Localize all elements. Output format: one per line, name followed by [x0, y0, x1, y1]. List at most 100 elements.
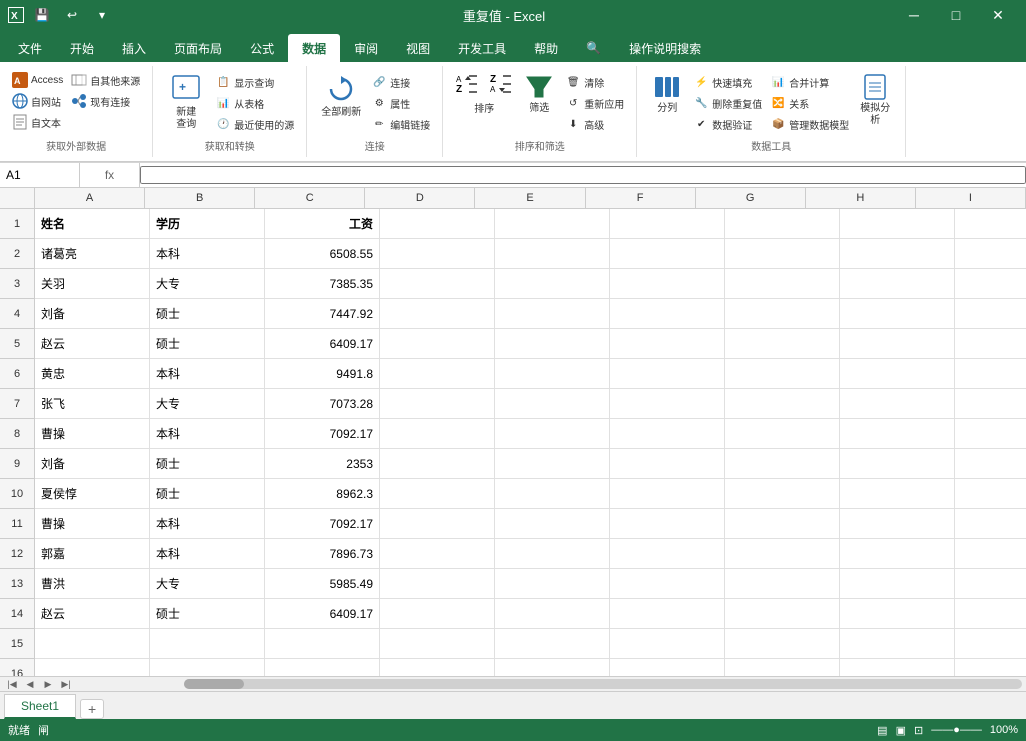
cell-b12[interactable]: 本科	[150, 539, 265, 568]
cell-h6[interactable]	[840, 359, 955, 388]
cell-i1[interactable]	[955, 209, 1026, 238]
status-view-break[interactable]: ⊡	[914, 724, 923, 737]
cell-f6[interactable]	[610, 359, 725, 388]
cell-i14[interactable]	[955, 599, 1026, 628]
cell-a5[interactable]: 赵云	[35, 329, 150, 358]
cell-h2[interactable]	[840, 239, 955, 268]
sheet-tab-sheet1[interactable]: Sheet1	[4, 694, 76, 719]
cell-a15[interactable]	[35, 629, 150, 658]
sort-az-button[interactable]: AZ	[451, 70, 483, 98]
minimize-button[interactable]: ─	[894, 0, 934, 30]
cell-a10[interactable]: 夏侯惇	[35, 479, 150, 508]
cell-d10[interactable]	[380, 479, 495, 508]
table-row[interactable]: 曹操本科7092.17	[35, 509, 1026, 539]
col-header-f[interactable]: F	[586, 188, 696, 208]
cell-e8[interactable]	[495, 419, 610, 448]
table-row[interactable]: 刘备硕士7447.92	[35, 299, 1026, 329]
cell-d9[interactable]	[380, 449, 495, 478]
cell-i12[interactable]	[955, 539, 1026, 568]
relationships-button[interactable]: 🔀 关系	[766, 93, 853, 113]
tab-ops-search[interactable]: 操作说明搜索	[615, 34, 715, 62]
cell-i7[interactable]	[955, 389, 1026, 418]
cell-d4[interactable]	[380, 299, 495, 328]
table-row[interactable]: 张飞大专7073.28	[35, 389, 1026, 419]
cell-a8[interactable]: 曹操	[35, 419, 150, 448]
recent-sources-button[interactable]: 🕐 最近使用的源	[211, 114, 298, 134]
cell-f5[interactable]	[610, 329, 725, 358]
cell-b2[interactable]: 本科	[150, 239, 265, 268]
cell-c6[interactable]: 9491.8	[265, 359, 380, 388]
cell-a11[interactable]: 曹操	[35, 509, 150, 538]
table-row[interactable]: 姓名学历工资	[35, 209, 1026, 239]
cell-f1[interactable]	[610, 209, 725, 238]
new-query-button[interactable]: + 新建查询	[161, 70, 211, 134]
cell-h5[interactable]	[840, 329, 955, 358]
advanced-button[interactable]: ⬇ 高级	[561, 114, 628, 134]
col-header-c[interactable]: C	[255, 188, 365, 208]
tab-home[interactable]: 开始	[56, 34, 108, 62]
maximize-button[interactable]: □	[936, 0, 976, 30]
cell-b1[interactable]: 学历	[150, 209, 265, 238]
cell-h4[interactable]	[840, 299, 955, 328]
cell-c5[interactable]: 6409.17	[265, 329, 380, 358]
cell-g4[interactable]	[725, 299, 840, 328]
other-sources-button[interactable]: 自其他来源	[67, 70, 144, 90]
cell-d2[interactable]	[380, 239, 495, 268]
tab-layout[interactable]: 页面布局	[160, 34, 236, 62]
tab-insert[interactable]: 插入	[108, 34, 160, 62]
cell-c2[interactable]: 6508.55	[265, 239, 380, 268]
cell-i13[interactable]	[955, 569, 1026, 598]
cell-i4[interactable]	[955, 299, 1026, 328]
table-row[interactable]: 曹操本科7092.17	[35, 419, 1026, 449]
cell-h8[interactable]	[840, 419, 955, 448]
cell-e10[interactable]	[495, 479, 610, 508]
cell-f12[interactable]	[610, 539, 725, 568]
cell-a4[interactable]: 刘备	[35, 299, 150, 328]
cell-f9[interactable]	[610, 449, 725, 478]
cell-f4[interactable]	[610, 299, 725, 328]
cell-c9[interactable]: 2353	[265, 449, 380, 478]
cell-c1[interactable]: 工资	[265, 209, 380, 238]
cell-h15[interactable]	[840, 629, 955, 658]
cell-e3[interactable]	[495, 269, 610, 298]
col-header-i[interactable]: I	[916, 188, 1026, 208]
col-header-g[interactable]: G	[696, 188, 806, 208]
table-row[interactable]: 刘备硕士2353	[35, 449, 1026, 479]
cell-a3[interactable]: 关羽	[35, 269, 150, 298]
properties-button[interactable]: ⚙ 属性	[367, 93, 434, 113]
cell-a13[interactable]: 曹洪	[35, 569, 150, 598]
remove-duplicates-button[interactable]: 🔧 删除重复值	[689, 93, 766, 113]
tab-search-icon[interactable]: 🔍	[572, 34, 615, 62]
cell-c14[interactable]: 6409.17	[265, 599, 380, 628]
table-row[interactable]: 郭嘉本科7896.73	[35, 539, 1026, 569]
cell-c12[interactable]: 7896.73	[265, 539, 380, 568]
col-header-h[interactable]: H	[806, 188, 916, 208]
cell-b4[interactable]: 硕士	[150, 299, 265, 328]
cell-e16[interactable]	[495, 659, 610, 676]
cell-e12[interactable]	[495, 539, 610, 568]
cell-d14[interactable]	[380, 599, 495, 628]
cell-g13[interactable]	[725, 569, 840, 598]
formula-input[interactable]	[140, 166, 1026, 184]
cell-a12[interactable]: 郭嘉	[35, 539, 150, 568]
cell-h12[interactable]	[840, 539, 955, 568]
cell-f15[interactable]	[610, 629, 725, 658]
flash-fill-button[interactable]: ⚡ 快速填充	[689, 72, 766, 92]
filter-button[interactable]: 筛选	[517, 70, 561, 118]
cell-g10[interactable]	[725, 479, 840, 508]
cell-e7[interactable]	[495, 389, 610, 418]
table-row[interactable]: 关羽大专7385.35	[35, 269, 1026, 299]
scroll-right-button[interactable]: ▶	[40, 678, 56, 690]
reapply-button[interactable]: ↺ 重新应用	[561, 93, 628, 113]
cell-b11[interactable]: 本科	[150, 509, 265, 538]
cell-b14[interactable]: 硕士	[150, 599, 265, 628]
cell-b16[interactable]	[150, 659, 265, 676]
cell-e4[interactable]	[495, 299, 610, 328]
cell-i8[interactable]	[955, 419, 1026, 448]
cell-a6[interactable]: 黄忠	[35, 359, 150, 388]
cell-c3[interactable]: 7385.35	[265, 269, 380, 298]
cell-h16[interactable]	[840, 659, 955, 676]
cell-e9[interactable]	[495, 449, 610, 478]
cell-a1[interactable]: 姓名	[35, 209, 150, 238]
sort-za-button[interactable]: ZA	[485, 70, 517, 98]
